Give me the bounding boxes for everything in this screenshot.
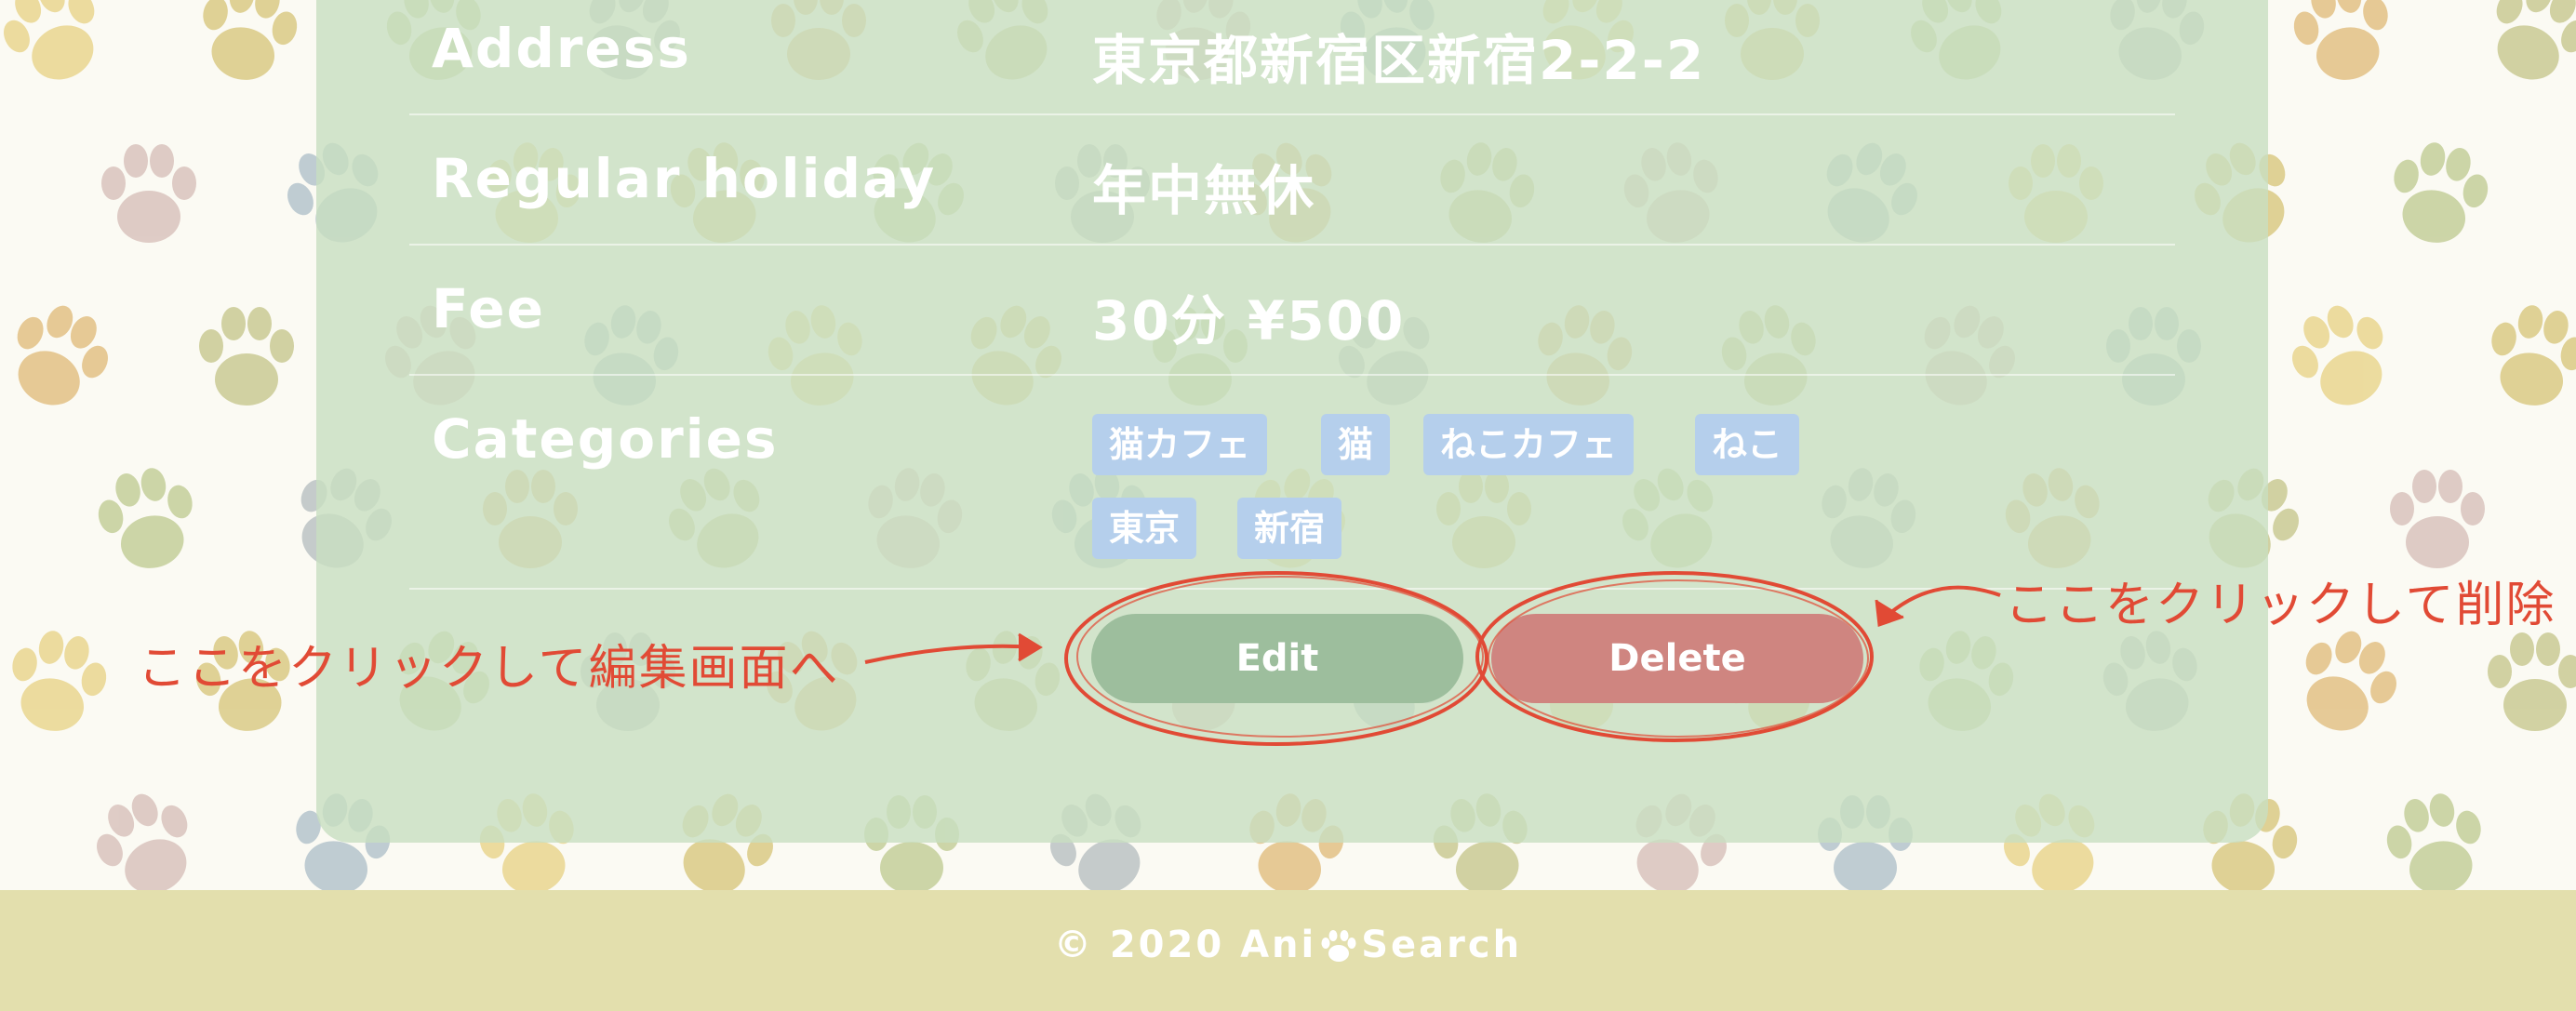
paw-print-icon: [17, 305, 108, 406]
category-tag[interactable]: ねこカフェ: [1423, 414, 1635, 475]
paw-print-icon: [12, 631, 107, 731]
delete-hint-annotation: ここをクリックして削除: [2005, 578, 2556, 633]
edit-hint-annotation: ここをクリックして編集画面へ: [138, 641, 840, 697]
paw-print-icon: [203, 0, 298, 80]
row-divider: [409, 374, 2175, 376]
fee-value: 30分 ¥500: [1092, 289, 1406, 353]
paw-print-icon: [101, 144, 196, 243]
address-label: Address: [432, 17, 691, 80]
delete-button[interactable]: Delete: [1491, 614, 1863, 703]
row-divider: [409, 588, 2175, 590]
paw-print-icon: [2394, 142, 2489, 243]
page-footer: © 2020 Ani Search: [0, 890, 2576, 1011]
paw-print-icon: [2568, 780, 2576, 893]
fee-label: Fee: [432, 277, 545, 340]
paw-print-icon: [2390, 470, 2485, 568]
row-divider: [409, 244, 2175, 246]
category-tag[interactable]: 東京: [1092, 498, 1197, 559]
paw-print-icon: [2570, 136, 2576, 252]
paw-print-icon: [2293, 0, 2388, 80]
paw-print-icon: [2305, 631, 2396, 731]
regular-holiday-value: 年中無休: [1092, 159, 1316, 222]
paw-print-icon: [2491, 305, 2576, 406]
paw-print-icon: [199, 307, 294, 406]
paw-print-icon: [2292, 305, 2383, 406]
paw-icon: [1321, 930, 1356, 962]
category-tag[interactable]: ねこ: [1695, 414, 1800, 475]
categories-label: Categories: [432, 407, 779, 471]
address-value: 東京都新宿区新宿2-2-2: [1092, 29, 1706, 92]
shop-detail-card: Address 東京都新宿区新宿2-2-2 Regular holiday 年中…: [316, 0, 2268, 843]
paw-print-icon: [97, 793, 188, 893]
category-tag[interactable]: 新宿: [1237, 498, 1342, 559]
category-tag[interactable]: 猫: [1321, 414, 1391, 475]
paw-print-icon: [4, 0, 95, 80]
paw-print-icon: [2488, 632, 2576, 731]
category-tag[interactable]: 猫カフェ: [1092, 414, 1268, 475]
paw-print-icon: [2386, 793, 2481, 893]
paw-print-icon: [2496, 0, 2576, 80]
paw-print-icon: [98, 468, 193, 568]
footer-copyright: © 2020 Ani Search: [0, 924, 2576, 966]
paw-print-icon: [2562, 455, 2576, 583]
copyright-text: © 2020 Ani: [1053, 924, 1317, 966]
brand-suffix: Search: [1361, 924, 1523, 966]
regular-holiday-label: Regular holiday: [432, 147, 937, 210]
edit-button[interactable]: Edit: [1091, 614, 1463, 703]
row-divider: [409, 113, 2175, 115]
